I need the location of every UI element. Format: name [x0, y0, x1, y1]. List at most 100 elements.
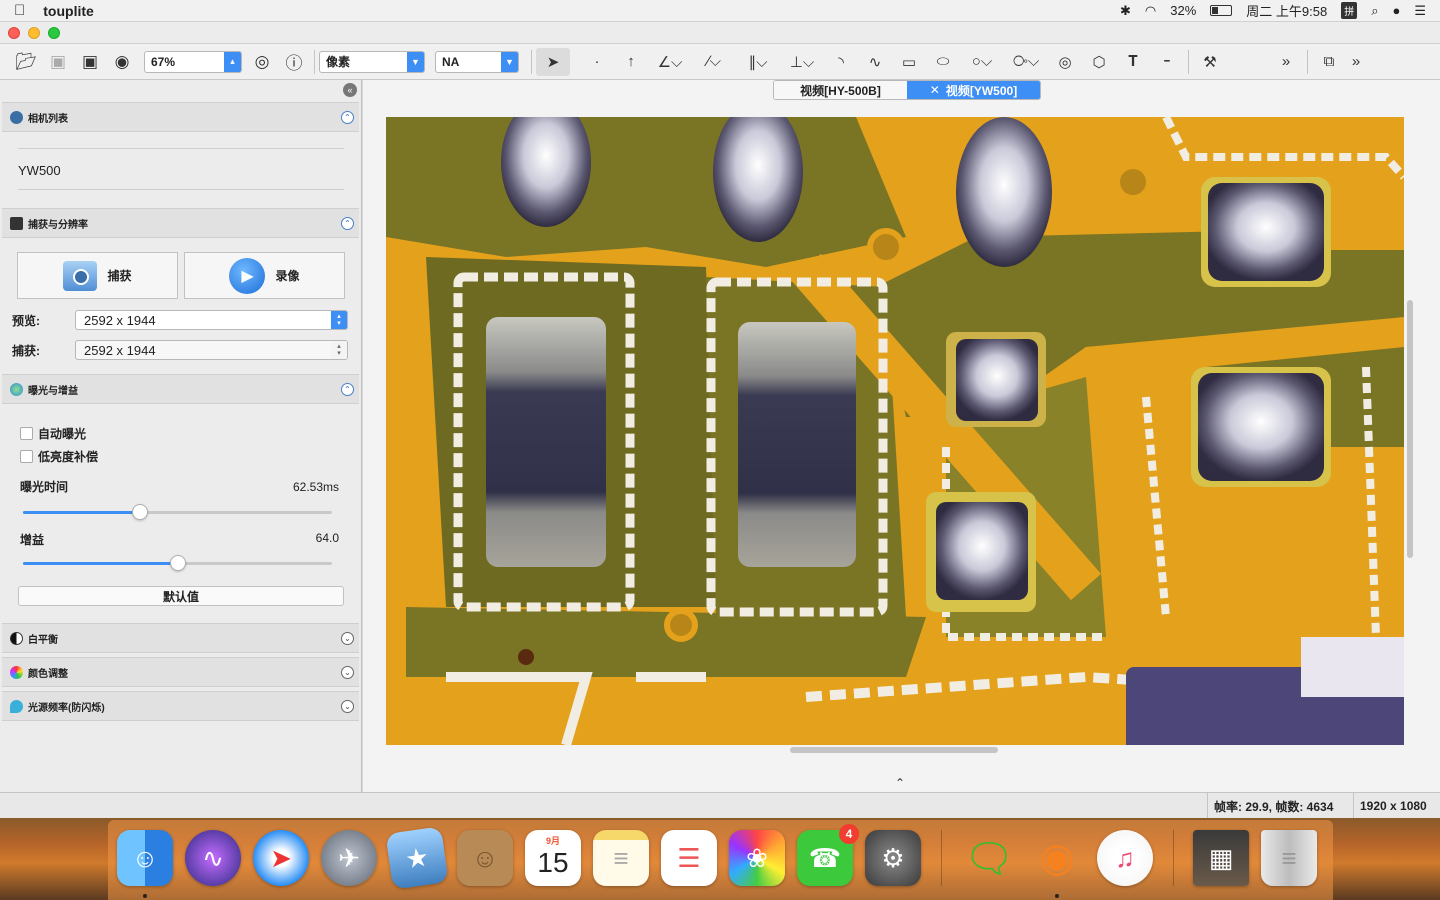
more-icon[interactable]: » — [1346, 48, 1366, 76]
live-video-image[interactable] — [386, 117, 1404, 745]
tab-yw500[interactable]: ✕ 视频[YW500] — [907, 81, 1040, 99]
notes-icon[interactable]: ≡ — [593, 830, 649, 886]
flicker-header[interactable]: 光源频率(防闪烁) ⌄ — [2, 691, 359, 721]
blender-icon[interactable]: ◉ — [1029, 830, 1085, 886]
low-light-checkbox[interactable] — [20, 450, 33, 463]
chevron-up-icon[interactable]: ⌃ — [341, 216, 354, 230]
safari-icon[interactable]: ➤ — [253, 830, 309, 886]
scale-bar-tool[interactable]: ━ — [1150, 48, 1184, 76]
apple-icon[interactable]:  — [14, 2, 25, 19]
input-method-icon[interactable]: 拼 — [1341, 2, 1358, 19]
settings-tools-icon[interactable]: ⚒ — [1193, 48, 1227, 76]
clock[interactable]: 周二 上午9:58 — [1246, 1, 1327, 20]
window-close-button[interactable] — [8, 27, 20, 39]
ellipse-tool[interactable]: ⬭ — [926, 48, 960, 76]
fit-target-icon[interactable]: ◎ — [246, 48, 278, 76]
horizontal-scrollbar[interactable] — [790, 747, 998, 753]
downloads-stack-icon[interactable]: ▦ — [1193, 830, 1249, 886]
siri-icon[interactable]: ∿ — [185, 830, 241, 886]
curve-tool[interactable]: ∿ — [858, 48, 892, 76]
camera-list-item[interactable]: YW500 — [18, 163, 61, 178]
window-layout-icon[interactable]: ⧉ — [1312, 48, 1346, 76]
updown-arrows-icon[interactable]: ▴ ▾ — [331, 341, 347, 359]
save-as-icon[interactable]: ▣ — [74, 48, 106, 76]
window-minimize-button[interactable] — [28, 27, 40, 39]
gain-slider-knob[interactable] — [169, 555, 186, 571]
gain-slider[interactable] — [23, 555, 332, 571]
chevron-up-icon[interactable]: ⌃ — [341, 110, 354, 124]
exposure-slider-knob[interactable] — [132, 504, 149, 520]
siri-icon[interactable]: ● — [1392, 3, 1400, 18]
spotlight-search-icon[interactable]: ⌕ — [1371, 3, 1378, 19]
zoom-stepper-icon[interactable]: ▴ — [224, 51, 241, 72]
color-adjust-header[interactable]: 颜色调整 ⌄ — [2, 657, 359, 687]
unit-select[interactable]: 像素 ▼ — [319, 50, 425, 73]
still-resolution-select[interactable]: 2592 x 1944 ▴ ▾ — [75, 340, 348, 360]
trash-icon[interactable]: ≡ — [1261, 830, 1317, 886]
white-balance-header[interactable]: 白平衡 ⌄ — [2, 623, 359, 653]
music-icon[interactable]: ♫ — [1097, 830, 1153, 886]
polygon-tool[interactable]: ⬡ — [1082, 48, 1116, 76]
collapse-panel-icon[interactable]: « — [343, 83, 357, 97]
calendar-icon[interactable]: 9月 15 — [525, 830, 581, 886]
system-preferences-icon[interactable]: ⚙ — [865, 830, 921, 886]
info-icon[interactable]: ⓘ — [278, 48, 310, 76]
reminders-icon[interactable]: ☰ — [661, 830, 717, 886]
annulus-tool[interactable]: ◎ — [1048, 48, 1082, 76]
launchpad-icon[interactable]: ✈ — [321, 830, 377, 886]
two-circles-tool[interactable]: ⧂⌵ — [1004, 48, 1048, 76]
auto-exposure-checkbox-row[interactable]: 自动曝光 — [20, 425, 86, 442]
chevron-down-icon[interactable]: ⌄ — [341, 665, 354, 679]
chevron-up-icon[interactable]: ⌃ — [341, 382, 354, 396]
wifi-icon[interactable]: ◠ — [1145, 3, 1156, 19]
bluetooth-icon[interactable]: ✱ — [1120, 3, 1131, 19]
perpendicular-tool[interactable]: ⊥⌵ — [780, 48, 824, 76]
preview-resolution-select[interactable]: 2592 x 1944 ▴ ▾ — [75, 310, 348, 330]
toolbar-overflow-icon[interactable]: » — [1269, 48, 1303, 76]
snapshot-camera-icon[interactable]: ◉ — [106, 48, 138, 76]
low-light-checkbox-row[interactable]: 低亮度补偿 — [20, 448, 98, 465]
chevron-down-icon[interactable]: ⌄ — [341, 699, 354, 713]
facetime-icon[interactable]: ☎ 4 — [797, 824, 859, 886]
capture-section-title: 捕获与分辨率 — [28, 219, 88, 231]
tab-hy-500b[interactable]: 视频[HY-500B] — [774, 81, 907, 99]
default-values-button[interactable]: 默认值 — [18, 586, 344, 606]
arrow-up-tool[interactable]: ↑ — [614, 48, 648, 76]
angle-tool[interactable]: ∠⌵ — [648, 48, 692, 76]
finder-icon[interactable]: ☺ — [117, 830, 173, 886]
updown-arrows-icon[interactable]: ▴ ▾ — [331, 311, 347, 329]
preview-icon[interactable]: ★ — [385, 826, 449, 890]
open-folder-icon[interactable]: 📂︎ — [10, 48, 42, 76]
close-tab-icon[interactable]: ✕ — [930, 83, 940, 97]
camera-list-header[interactable]: 相机列表 ⌃ — [2, 102, 359, 132]
exposure-time-slider[interactable] — [23, 504, 332, 520]
arc-tool[interactable]: ◝ — [824, 48, 858, 76]
line-tool[interactable]: ∕⌵ — [692, 48, 736, 76]
battery-icon[interactable] — [1210, 5, 1233, 16]
wechat-icon[interactable]: 🗨︎ — [961, 830, 1017, 886]
notification-center-icon[interactable]: ☰ — [1414, 3, 1426, 19]
window-zoom-button[interactable] — [48, 27, 60, 39]
record-button[interactable]: ▶ 录像 — [184, 252, 345, 299]
app-name-menu[interactable]: touplite — [43, 3, 94, 19]
vertical-scrollbar[interactable] — [1407, 300, 1413, 558]
capture-button[interactable]: 捕获 — [17, 252, 178, 299]
capture-resolution-header[interactable]: 捕获与分辨率 ⌃ — [2, 208, 359, 238]
auto-exposure-checkbox[interactable] — [20, 427, 33, 440]
parallel-line-tool[interactable]: ∥⌵ — [736, 48, 780, 76]
point-tool[interactable]: · — [580, 48, 614, 76]
rectangle-tool[interactable]: ▭ — [892, 48, 926, 76]
exposure-gain-header[interactable]: 曝光与增益 ⌃ — [2, 374, 359, 404]
contacts-icon[interactable]: ☺ — [457, 830, 513, 886]
magnification-select[interactable]: NA ▼ — [435, 50, 519, 73]
chevron-down-icon[interactable]: ⌄ — [341, 631, 354, 645]
select-arrow-tool[interactable]: ➤ — [536, 47, 570, 76]
text-tool[interactable]: 𝐓 — [1116, 48, 1150, 76]
circle-tool[interactable]: ○⌵ — [960, 48, 1004, 76]
zoom-select[interactable]: 67% ▴ — [144, 50, 242, 73]
chevron-up-icon[interactable]: ⌃ — [895, 776, 905, 790]
chevron-down-icon[interactable]: ▼ — [501, 51, 518, 72]
photos-icon[interactable]: ❀ — [729, 830, 785, 886]
save-disabled-icon[interactable]: ▣ — [42, 48, 74, 76]
chevron-down-icon[interactable]: ▼ — [407, 51, 424, 72]
